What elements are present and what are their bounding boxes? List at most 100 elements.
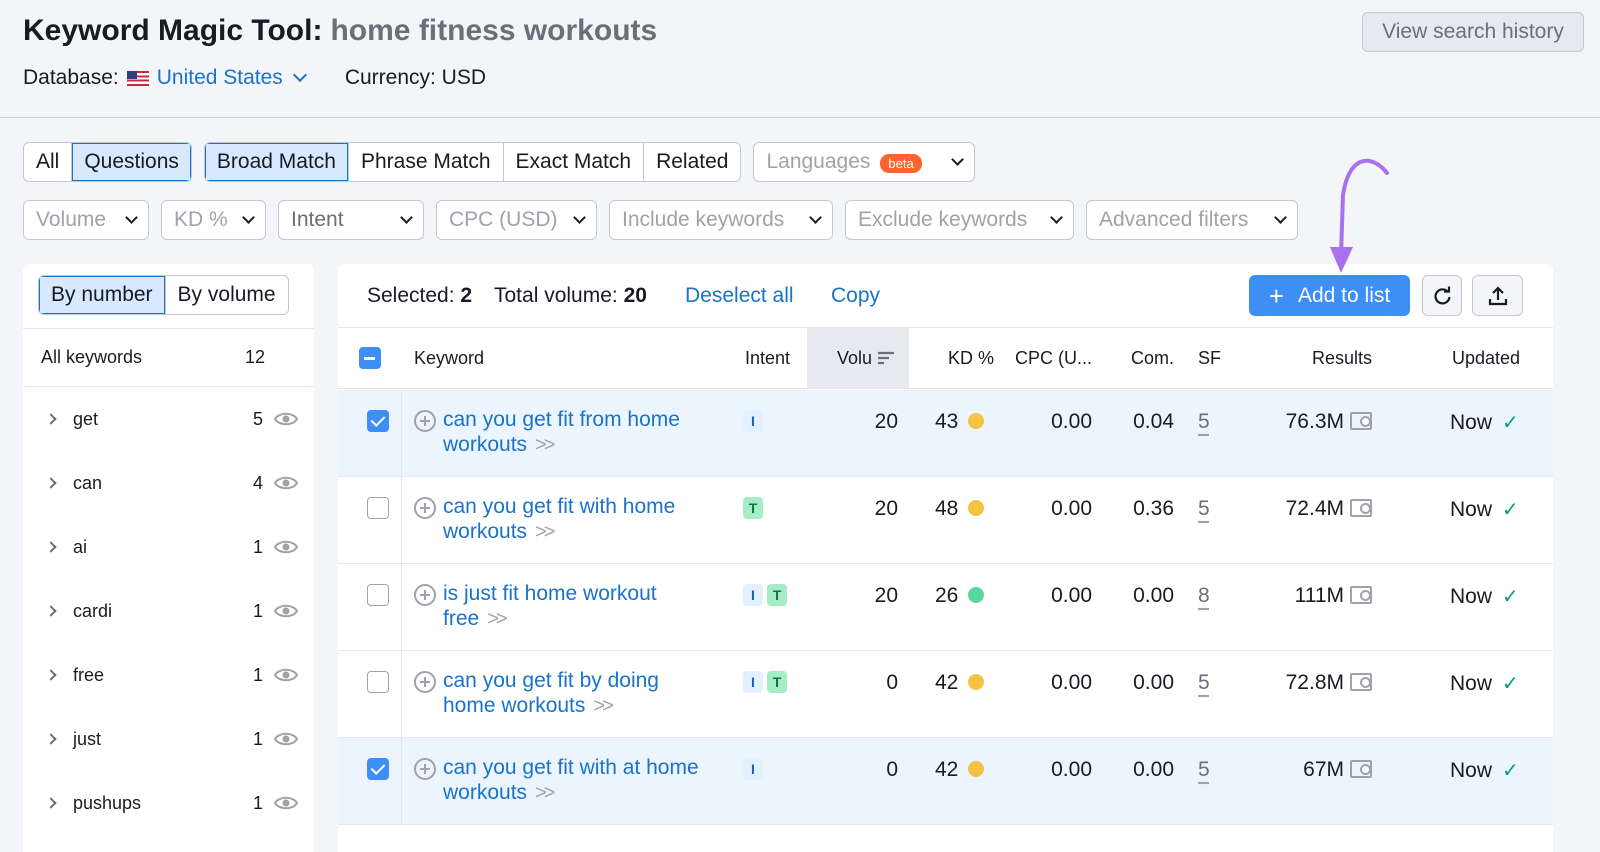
serp-features-cell[interactable]: 5 [1198,671,1210,695]
tab-phrase-match[interactable]: Phrase Match [349,143,504,181]
serp-features-count[interactable]: 5 [1198,671,1210,694]
include-keywords-filter[interactable]: Include keywords [609,200,833,240]
column-keyword[interactable]: Keyword [414,328,484,388]
serp-view-icon[interactable] [1350,586,1372,604]
select-all-checkbox[interactable] [358,347,381,369]
eye-icon[interactable] [273,794,299,812]
database-dropdown[interactable]: United States [157,66,283,90]
cpc-filter[interactable]: CPC (USD) [436,200,597,240]
sidebar-group-item[interactable]: can 4 [23,451,314,515]
serp-features-count[interactable]: 5 [1198,497,1210,520]
chevron-down-icon[interactable] [292,67,307,83]
eye-icon[interactable] [273,410,299,428]
copy-link[interactable]: Copy [831,284,880,308]
eye-icon[interactable] [273,730,299,748]
sidebar-group-item[interactable]: just 1 [23,707,314,771]
serp-view-icon[interactable] [1350,412,1372,430]
serp-view-icon[interactable] [1350,673,1372,691]
tab-by-number[interactable]: By number [39,276,166,314]
column-serp-features[interactable]: SF [1198,328,1221,388]
sidebar-group-item[interactable]: get 5 [23,387,314,451]
export-button[interactable] [1472,275,1523,316]
view-search-history-button[interactable]: View search history [1362,12,1584,52]
keyword-link[interactable]: is just fit home workout free >> [443,581,733,632]
serp-view-icon[interactable] [1350,499,1372,517]
sidebar-group-item[interactable]: ai 1 [23,515,314,579]
double-chevron-icon[interactable]: >> [593,695,613,717]
chevron-right-icon[interactable] [45,733,57,745]
page-title: Keyword Magic Tool: home fitness workouts [23,14,657,48]
deselect-all-link[interactable]: Deselect all [685,284,794,308]
tab-all[interactable]: All [24,143,73,181]
double-chevron-icon[interactable]: >> [535,521,555,543]
add-keyword-icon[interactable] [414,671,436,693]
sidebar-group-item[interactable]: cardi 1 [23,579,314,643]
chevron-down-icon [951,152,965,166]
keyword-filters: Volume KD % Intent CPC (USD) Include key… [23,200,1298,240]
serp-features-cell[interactable]: 5 [1198,758,1210,782]
keyword-link[interactable]: can you get fit with at home workouts >> [443,755,733,806]
tab-related[interactable]: Related [644,143,740,181]
column-competition[interactable]: Com. [1131,328,1174,388]
eye-icon[interactable] [273,538,299,556]
serp-features-cell[interactable]: 5 [1198,497,1210,521]
all-keywords-row[interactable]: All keywords 12 [23,328,314,387]
serp-features-count[interactable]: 8 [1198,584,1210,607]
tab-by-volume[interactable]: By volume [166,276,288,314]
column-results[interactable]: Results [1312,328,1372,388]
row-checkbox[interactable] [367,497,389,519]
add-keyword-icon[interactable] [414,758,436,780]
double-chevron-icon[interactable]: >> [487,608,507,630]
exclude-keywords-filter[interactable]: Exclude keywords [845,200,1074,240]
kd-filter[interactable]: KD % [161,200,266,240]
column-volume-label: Volu [837,347,873,368]
double-chevron-icon[interactable]: >> [535,782,555,804]
chevron-right-icon[interactable] [45,541,57,553]
tab-exact-match[interactable]: Exact Match [504,143,645,181]
column-updated[interactable]: Updated [1452,328,1520,388]
chevron-right-icon[interactable] [45,797,57,809]
eye-icon[interactable] [273,666,299,684]
advanced-filters[interactable]: Advanced filters [1086,200,1298,240]
check-icon: ✓ [1502,412,1519,434]
add-keyword-icon[interactable] [414,584,436,606]
column-volume[interactable]: Volu [807,328,909,388]
chevron-right-icon[interactable] [45,413,57,425]
tab-broad-match[interactable]: Broad Match [204,143,349,181]
column-kd[interactable]: KD % [948,328,994,388]
column-intent[interactable]: Intent [745,328,790,388]
sidebar-group-item[interactable]: pushups 1 [23,771,314,835]
refresh-button[interactable] [1422,275,1462,316]
intent-filter[interactable]: Intent [278,200,424,240]
tab-questions[interactable]: Questions [72,143,191,181]
check-icon: ✓ [1502,760,1519,782]
kd-indicator-dot [968,761,985,777]
add-keyword-icon[interactable] [414,410,436,432]
chevron-down-icon [242,210,255,224]
sidebar-group-item[interactable]: free 1 [23,643,314,707]
row-checkbox[interactable] [367,584,389,606]
chevron-right-icon[interactable] [45,669,57,681]
serp-features-count[interactable]: 5 [1198,758,1210,781]
keyword-link[interactable]: can you get fit by doing home workouts >> [443,668,733,719]
double-chevron-icon[interactable]: >> [535,434,555,456]
row-checkbox[interactable] [367,671,389,693]
keyword-link[interactable]: can you get fit from home workouts >> [443,407,733,458]
chevron-right-icon[interactable] [45,477,57,489]
chevron-right-icon[interactable] [45,605,57,617]
results-cell: 72.4M [1258,497,1372,521]
eye-icon[interactable] [273,602,299,620]
serp-features-cell[interactable]: 5 [1198,410,1210,434]
add-keyword-icon[interactable] [414,497,436,519]
intent-badge: T [767,584,787,606]
row-checkbox[interactable] [367,410,389,432]
keyword-link[interactable]: can you get fit with home workouts >> [443,494,733,545]
eye-icon[interactable] [273,474,299,492]
volume-filter[interactable]: Volume [23,200,149,240]
row-checkbox[interactable] [367,758,389,780]
column-cpc[interactable]: CPC (U... [1015,328,1092,388]
serp-features-cell[interactable]: 8 [1198,584,1210,608]
serp-features-count[interactable]: 5 [1198,410,1210,433]
languages-dropdown[interactable]: Languages beta [753,142,976,182]
serp-view-icon[interactable] [1350,760,1372,778]
